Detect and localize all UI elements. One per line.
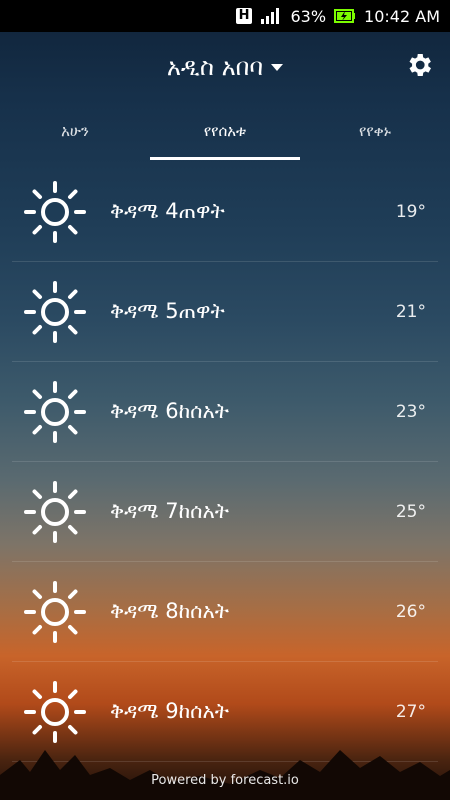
- list-item[interactable]: ቅዳሜ 7ከሰአት 25°: [12, 462, 438, 562]
- list-item[interactable]: ቅዳሜ 8ከሰአት 26°: [12, 562, 438, 662]
- hour-label: ቅዳሜ 4ጠዋት: [110, 199, 225, 223]
- battery-percent: 63%: [290, 6, 327, 26]
- list-item[interactable]: ቅዳሜ 6ከሰአት 23°: [12, 362, 438, 462]
- hour-temperature: 25°: [395, 501, 426, 522]
- status-bar: H 63% 10:42 AM: [0, 0, 450, 32]
- hour-temperature: 23°: [395, 401, 426, 422]
- hour-temperature: 21°: [395, 301, 426, 322]
- hour-temperature: 19°: [395, 201, 426, 222]
- battery-charging-icon: [334, 8, 356, 24]
- dropdown-caret-icon: [271, 63, 284, 71]
- sun-icon: [24, 480, 86, 543]
- sun-icon: [24, 380, 86, 443]
- hour-label: ቅዳሜ 6ከሰአት: [110, 399, 229, 423]
- footer-attribution[interactable]: Powered by forecast.io: [0, 766, 450, 800]
- sun-icon: [24, 180, 86, 243]
- network-type-badge: H: [235, 8, 253, 24]
- gear-icon[interactable]: [404, 50, 434, 80]
- hour-label: ቅዳሜ 5ጠዋት: [110, 299, 225, 323]
- sun-icon: [24, 280, 86, 343]
- hour-temperature: 26°: [395, 601, 426, 622]
- app-header: አዲስ አበባ: [0, 32, 450, 102]
- hour-label: ቅዳሜ 8ከሰአት: [110, 599, 229, 623]
- list-item[interactable]: ቅዳሜ 4ጠዋት 19°: [12, 162, 438, 262]
- city-name: አዲስ አበባ: [166, 53, 264, 81]
- signal-icon: [260, 8, 282, 24]
- tab-bar: አሁን የየሰአቱ የየቀኑ: [0, 112, 450, 160]
- hourly-forecast-list: ቅዳሜ 4ጠዋት 19° ቅዳሜ 5ጠዋት 21° ቅዳሜ 6ከሰአት 23° …: [12, 162, 438, 762]
- tab-daily[interactable]: የየቀኑ: [300, 112, 450, 160]
- city-selector[interactable]: አዲስ አበባ: [166, 53, 284, 81]
- tab-hourly[interactable]: የየሰአቱ: [150, 112, 300, 160]
- tab-now[interactable]: አሁን: [0, 112, 150, 160]
- hour-label: ቅዳሜ 7ከሰአት: [110, 499, 229, 523]
- clock: 10:42 AM: [364, 6, 440, 26]
- sun-icon: [24, 580, 86, 643]
- list-item[interactable]: ቅዳሜ 5ጠዋት 21°: [12, 262, 438, 362]
